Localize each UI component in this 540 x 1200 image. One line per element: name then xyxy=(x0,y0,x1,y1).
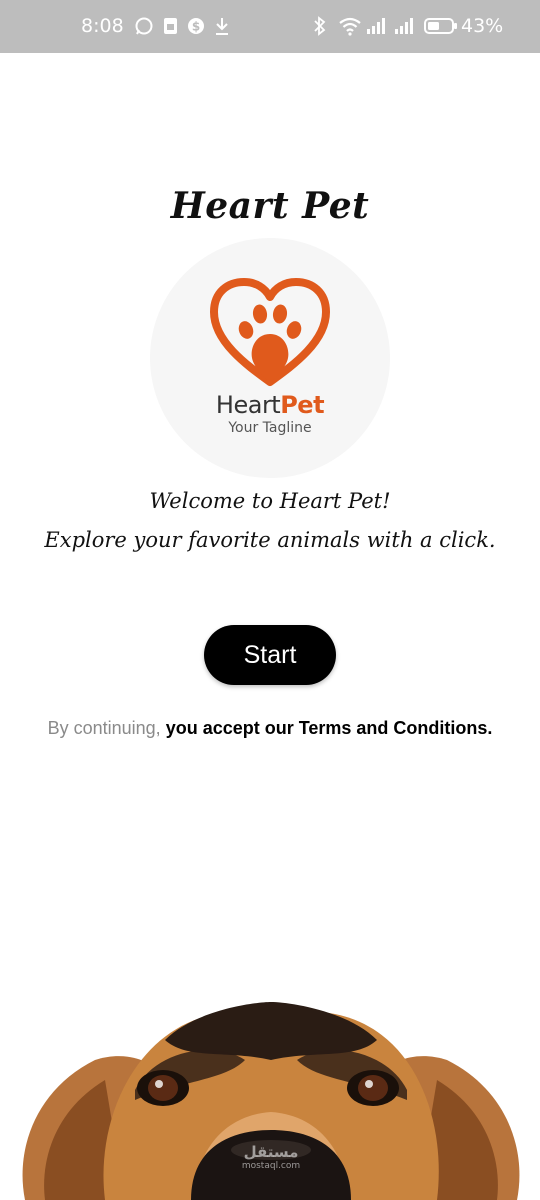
logo-word-primary: Heart xyxy=(215,391,281,419)
start-button[interactable]: Start xyxy=(204,625,336,685)
welcome-line-1: Welcome to Heart Pet! xyxy=(149,489,391,513)
sim-icon xyxy=(161,15,181,37)
wifi-icon xyxy=(338,15,362,37)
logo-tagline: Your Tagline xyxy=(228,420,312,436)
page-title: Heart Pet xyxy=(170,185,370,227)
battery-percent: 43% xyxy=(461,15,504,37)
watermark-top: مستقل xyxy=(243,1143,299,1161)
signal-icon xyxy=(366,15,388,37)
bluetooth-icon xyxy=(311,15,329,37)
svg-text:$: $ xyxy=(192,20,200,34)
battery-icon xyxy=(424,15,458,37)
terms-link[interactable]: you accept our Terms and Conditions. xyxy=(166,718,493,738)
watermark-bottom: mostaql.com xyxy=(241,1161,301,1171)
terms-text: By continuing, you accept our Terms and … xyxy=(0,718,540,739)
terms-prefix: By continuing, xyxy=(47,718,161,738)
watermark: مستقل mostaql.com xyxy=(236,1143,306,1171)
logo: HeartPet Your Tagline xyxy=(150,238,390,478)
whatsapp-icon xyxy=(134,15,154,37)
status-time: 8:08 xyxy=(81,15,124,37)
logo-wordmark: HeartPet xyxy=(150,391,390,419)
heart-paw-icon xyxy=(210,278,330,386)
logo-word-accent: Pet xyxy=(280,391,325,419)
welcome-line-2: Explore your favorite animals with a cli… xyxy=(44,528,496,552)
status-bar: 8:08 $ 43% xyxy=(0,0,540,53)
welcome-message: Welcome to Heart Pet! Explore your favor… xyxy=(40,482,500,560)
signal-icon xyxy=(394,15,416,37)
s-icon: $ xyxy=(186,15,206,37)
download-icon xyxy=(213,15,231,37)
